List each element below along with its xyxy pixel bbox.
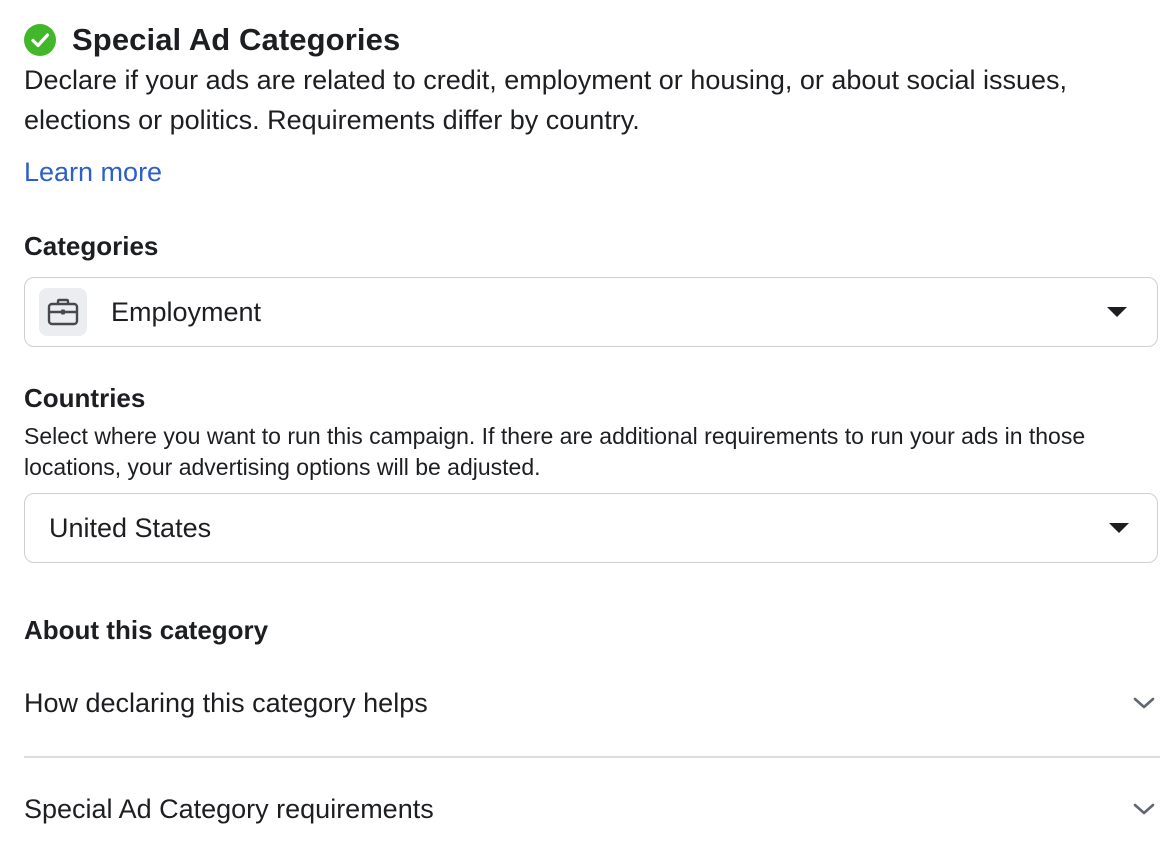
dropdown-caret-icon	[1107, 307, 1127, 317]
categories-selected-value: Employment	[111, 296, 262, 327]
learn-more-link[interactable]: Learn more	[24, 157, 162, 188]
dropdown-caret-icon	[1109, 523, 1129, 533]
accordion-label: How declaring this category helps	[24, 687, 428, 718]
divider	[24, 756, 1160, 758]
section-header: Special Ad Categories	[24, 22, 400, 58]
category-icon-container	[39, 288, 87, 336]
categories-select[interactable]: Employment	[24, 277, 1158, 347]
categories-label: Categories	[24, 231, 159, 261]
chevron-down-icon	[1133, 697, 1155, 709]
accordion-special-ad-requirements[interactable]: Special Ad Category requirements	[24, 774, 1160, 844]
chevron-down-icon	[1133, 803, 1155, 815]
briefcase-icon	[47, 298, 79, 326]
accordion-how-declaring-helps[interactable]: How declaring this category helps	[24, 668, 1160, 738]
about-category-heading: About this category	[24, 615, 269, 645]
section-description: Declare if your ads are related to credi…	[24, 65, 1068, 135]
section-title: Special Ad Categories	[72, 22, 401, 57]
countries-selected-value: United States	[49, 512, 212, 543]
countries-label: Countries	[24, 383, 146, 413]
accordion-label: Special Ad Category requirements	[24, 793, 434, 824]
countries-select[interactable]: United States	[24, 493, 1158, 563]
check-circle-icon	[24, 24, 56, 56]
special-ad-categories-panel: Special Ad Categories Declare if your ad…	[0, 0, 1176, 858]
countries-description: Select where you want to run this campai…	[24, 423, 1086, 480]
